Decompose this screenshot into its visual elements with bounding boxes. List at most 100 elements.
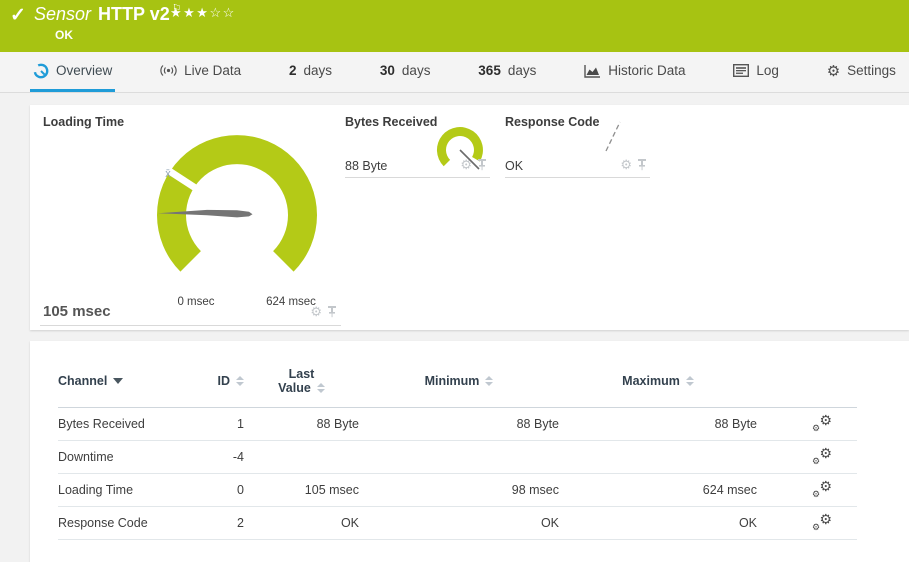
column-label: Maximum [622,374,680,388]
table-row: Response Code 2 OK OK OK ⚙⚙ [58,507,857,540]
sort-icon [686,376,694,386]
live-data-icon [160,64,177,77]
loading-time-gauge-card: Loading Time x̄ 0 msec 624 msec 105 msec… [40,105,341,326]
column-header-channel[interactable]: Channel [58,374,123,388]
column-label: Value [278,381,311,395]
gear-icon[interactable]: ⚙ [310,306,322,318]
table-row: Downtime -4 ⚙⚙ [58,441,857,474]
sorted-desc-icon [113,378,123,384]
tab-number: 30 [380,63,395,78]
pin-icon[interactable] [327,306,337,318]
log-icon [733,64,749,77]
settings-gear-icon: ⚙ [827,62,840,80]
tab-log[interactable]: Log [730,52,782,92]
sensor-header: ✓ SensorHTTP v2⚐ ★★★☆☆ OK [0,0,909,52]
sort-icon [485,376,493,386]
tab-label: days [508,63,537,78]
maximum-value [559,441,757,474]
channels-table: Channel ID Last [58,361,857,540]
sensor-overview-page: ✓ SensorHTTP v2⚐ ★★★☆☆ OK Overview [0,0,909,562]
tab-label: days [304,63,333,78]
channel-settings-icon[interactable]: ⚙⚙ [812,447,832,464]
channel-id: 2 [208,507,244,540]
channel-settings-icon[interactable]: ⚙⚙ [812,480,832,497]
column-header-maximum[interactable]: Maximum [622,374,694,388]
scale-max-label: 624 msec [266,296,316,308]
tab-bar: Overview Live Data 2 days 30 days 365 [0,52,909,93]
tab-live-data[interactable]: Live Data [157,52,244,92]
channels-table-panel: Channel ID Last [30,341,909,562]
column-label: ID [218,374,231,388]
pin-icon[interactable] [477,159,487,171]
tab-label: Live Data [184,63,241,78]
maximum-value: 624 msec [559,474,757,507]
minimum-value: 88 Byte [359,408,559,441]
channel-name[interactable]: Downtime [58,441,208,474]
last-value [244,441,359,474]
maximum-value: OK [559,507,757,540]
gauge-title: Bytes Received [345,115,437,129]
historic-data-icon [584,64,601,78]
gauge-icon [33,63,49,79]
channel-id: -4 [208,441,244,474]
tab-label: Historic Data [608,63,685,78]
sensor-name: HTTP v2 [98,4,170,24]
tab-label: Settings [847,63,896,78]
tab-365-days[interactable]: 365 days [475,52,539,92]
sort-icon [317,383,325,393]
tab-number: 365 [478,63,501,78]
channel-name[interactable]: Response Code [58,507,208,540]
gauge-title: Response Code [505,115,599,129]
stars-empty: ☆☆ [209,5,235,20]
priority-stars[interactable]: ★★★☆☆ [170,5,236,21]
gear-icon[interactable]: ⚙ [460,159,472,171]
loading-time-gauge: x̄ 0 msec 624 msec [137,115,337,315]
sensor-title: SensorHTTP v2⚐ [34,4,182,25]
channel-name[interactable]: Bytes Received [58,408,208,441]
tab-settings[interactable]: ⚙ Settings [824,52,899,92]
bytes-received-gauge-card: Bytes Received 88 Byte ⚙ [345,105,490,178]
channel-settings-icon[interactable]: ⚙⚙ [812,513,832,530]
last-value: OK [244,507,359,540]
tab-historic-data[interactable]: Historic Data [581,52,688,92]
tab-number: 2 [289,63,297,78]
stars-filled: ★★★ [170,5,209,20]
tab-label: Log [756,63,779,78]
channel-value: 105 msec [43,303,111,320]
last-value: 105 msec [244,474,359,507]
response-code-needle [590,108,640,153]
sort-icon [236,376,244,386]
scale-min-label: 0 msec [177,296,214,308]
minimum-value [359,441,559,474]
status-check-icon: ✓ [10,4,26,27]
channel-actions: ⚙ [620,159,647,171]
table-header-row: Channel ID Last [58,361,857,408]
channel-id: 1 [208,408,244,441]
response-code-gauge-card: Response Code OK ⚙ [505,105,650,178]
gear-icon[interactable]: ⚙ [620,159,632,171]
column-header-id[interactable]: ID [218,374,245,388]
gauge-title: Loading Time [43,115,124,129]
table-row: Bytes Received 1 88 Byte 88 Byte 88 Byte… [58,408,857,441]
tab-label: Overview [56,63,112,78]
tab-2-days[interactable]: 2 days [286,52,335,92]
minimum-value: 98 msec [359,474,559,507]
tab-30-days[interactable]: 30 days [377,52,434,92]
average-marker: x̄ [165,168,171,180]
channel-settings-icon[interactable]: ⚙⚙ [812,414,832,431]
pin-icon[interactable] [637,159,647,171]
channel-value: 88 Byte [345,159,387,173]
column-header-last-value[interactable]: Last Value [244,367,359,395]
column-label: Channel [58,374,107,388]
column-header-minimum[interactable]: Minimum [425,374,494,388]
tab-label: days [402,63,431,78]
channel-actions: ⚙ [460,159,487,171]
channel-name[interactable]: Loading Time [58,474,208,507]
channel-value: OK [505,159,523,173]
last-value: 88 Byte [244,408,359,441]
channel-actions: ⚙ [310,306,337,318]
tab-overview[interactable]: Overview [30,52,115,92]
column-label: Last [244,367,359,381]
sensor-status-badge: OK [55,28,73,42]
gauges-panel: Loading Time x̄ 0 msec 624 msec 105 msec… [30,105,909,330]
